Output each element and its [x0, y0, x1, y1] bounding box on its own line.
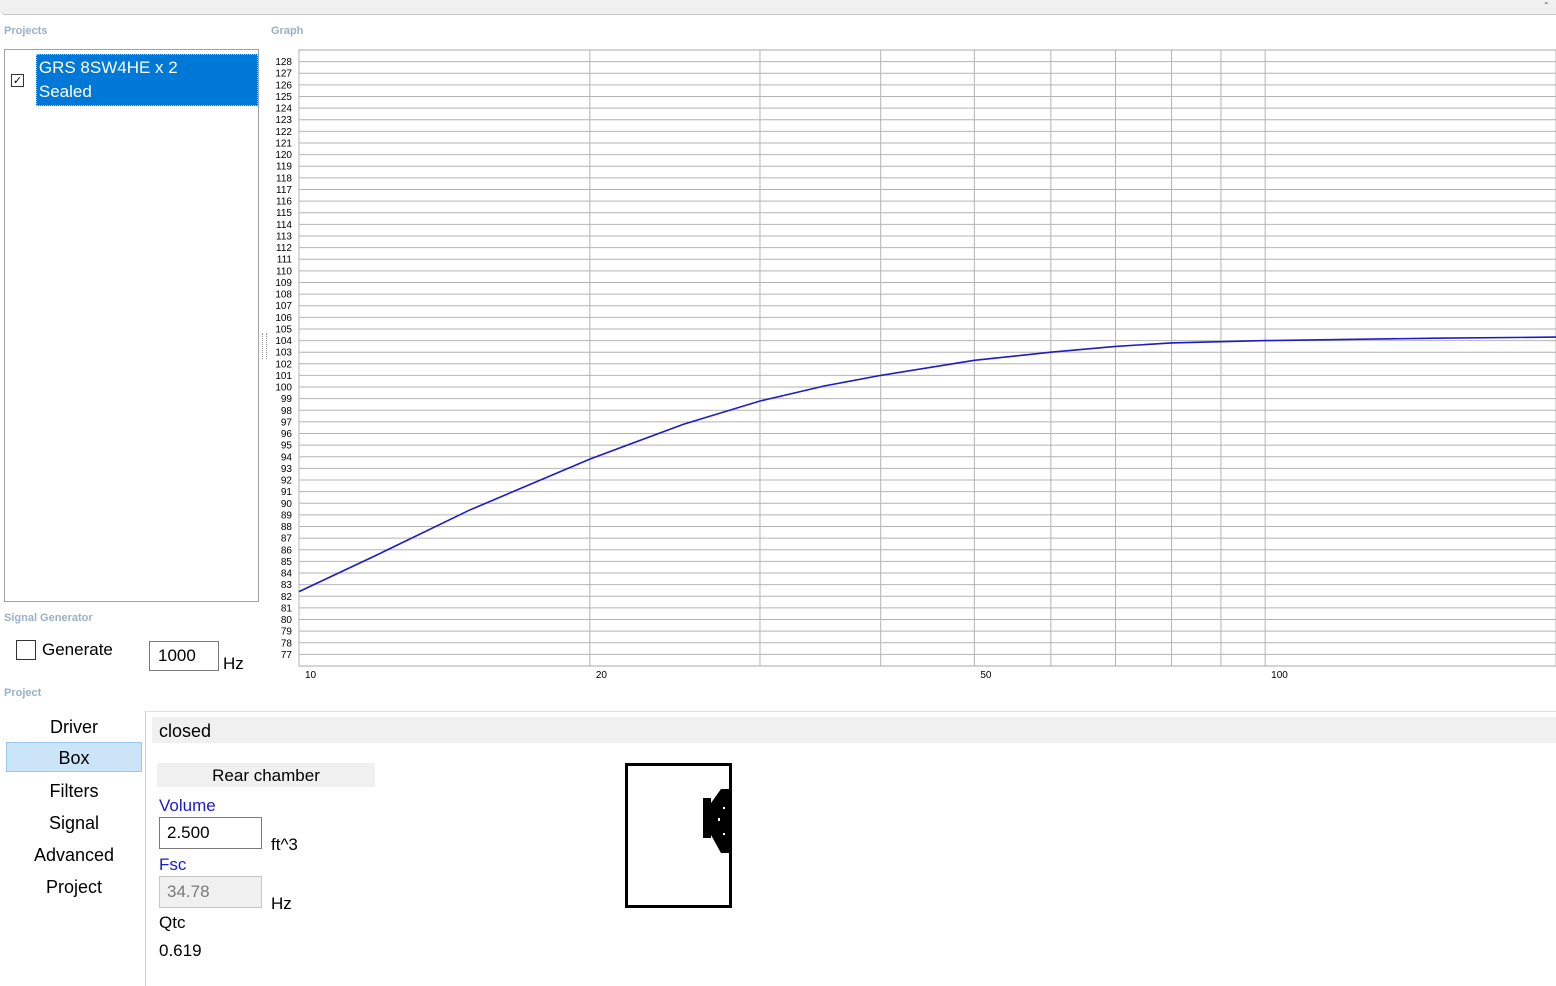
frequency-unit: Hz [223, 654, 244, 673]
y-tick-label: 97 [281, 417, 293, 428]
project-list-item[interactable]: ✓ GRS 8SW4HE x 2 Sealed [11, 54, 258, 106]
nav-item-signal[interactable]: Signal [6, 808, 142, 838]
content-divider [145, 711, 146, 986]
y-tick-label: 95 [281, 441, 293, 452]
plot-area [298, 49, 1556, 667]
y-tick-label: 107 [275, 301, 292, 312]
y-tick-label: 86 [281, 545, 293, 556]
y-tick-label: 125 [275, 92, 292, 103]
nav-item-advanced[interactable]: Advanced [6, 840, 142, 870]
x-tick-label: 100 [1271, 670, 1288, 681]
y-tick-label: 108 [275, 290, 292, 301]
y-tick-label: 119 [276, 162, 292, 173]
graph-section-label: Graph [271, 25, 304, 37]
y-tick-label: 115 [276, 208, 292, 219]
y-tick-label: 83 [281, 580, 293, 591]
y-tick-label: 124 [275, 104, 292, 115]
y-tick-label: 123 [275, 115, 292, 126]
y-tick-label: 96 [281, 429, 293, 440]
y-tick-label: 82 [281, 592, 293, 603]
y-tick-label: 98 [281, 406, 293, 417]
y-tick-label: 117 [276, 185, 292, 196]
y-tick-label: 79 [281, 627, 293, 638]
top-toolbar-strip: - [0, 0, 1556, 15]
signal-generator-section-label: Signal Generator [4, 612, 93, 624]
y-tick-label: 111 [277, 255, 293, 266]
y-tick-label: 121 [275, 138, 292, 149]
generate-checkbox[interactable] [16, 640, 36, 660]
fsc-label: Fsc [159, 855, 187, 874]
y-tick-label: 102 [275, 359, 292, 370]
x-tick-label: 20 [596, 670, 608, 681]
project-name[interactable]: GRS 8SW4HE x 2 Sealed [35, 54, 258, 106]
x-tick-label: 50 [980, 670, 992, 681]
nav-item-box[interactable]: Box [6, 742, 142, 772]
collapse-icon[interactable]: - [1544, 0, 1548, 9]
projects-list[interactable]: ✓ GRS 8SW4HE x 2 Sealed [4, 49, 259, 602]
y-tick-label: 93 [281, 464, 293, 475]
y-tick-label: 99 [281, 394, 293, 405]
y-tick-label: 88 [281, 522, 293, 533]
x-axis-ticks: 102050100200 [305, 670, 1288, 681]
nav-item-driver[interactable]: Driver [6, 712, 142, 742]
box-type-header: closed [152, 717, 1556, 743]
project-section-label: Project [4, 687, 42, 699]
project-visible-checkbox[interactable]: ✓ [11, 73, 24, 87]
y-tick-label: 80 [281, 615, 293, 626]
volume-label: Volume [159, 796, 216, 815]
y-tick-label: 90 [281, 499, 293, 510]
y-tick-label: 113 [276, 231, 292, 242]
rear-chamber-header: Rear chamber [157, 763, 375, 787]
y-tick-label: 78 [281, 638, 293, 649]
y-tick-label: 126 [275, 80, 292, 91]
qtc-value: 0.619 [159, 941, 202, 960]
y-tick-label: 109 [275, 278, 292, 289]
y-tick-label: 77 [281, 650, 293, 661]
y-tick-label: 92 [281, 476, 293, 487]
y-tick-label: 103 [275, 348, 292, 359]
y-tick-label: 91 [281, 487, 293, 498]
y-tick-label: 120 [275, 150, 292, 161]
y-tick-label: 116 [276, 197, 292, 208]
y-tick-label: 127 [275, 69, 292, 80]
y-tick-label: 118 [276, 173, 292, 184]
y-tick-label: 105 [275, 324, 292, 335]
y-tick-label: 85 [281, 557, 293, 568]
sealed-box-diagram [625, 763, 732, 908]
nav-item-filters[interactable]: Filters [6, 776, 142, 806]
y-tick-label: 87 [281, 534, 293, 545]
volume-unit: ft^3 [271, 835, 298, 854]
y-tick-label: 84 [281, 569, 293, 580]
fsc-input [159, 876, 262, 908]
projects-section-label: Projects [4, 25, 48, 37]
y-axis-ticks: 7778798081828384858687888990919293949596… [275, 57, 292, 661]
y-tick-label: 100 [275, 383, 292, 394]
y-tick-label: 122 [275, 127, 292, 138]
y-tick-label: 101 [275, 371, 292, 382]
y-tick-label: 89 [281, 510, 293, 521]
fsc-unit: Hz [271, 894, 292, 913]
generate-toggle[interactable]: Generate [16, 640, 113, 660]
content-border [145, 711, 1556, 712]
y-tick-label: 104 [275, 336, 292, 347]
x-tick-label: 10 [305, 670, 317, 681]
y-tick-label: 110 [276, 266, 292, 277]
volume-input[interactable] [159, 817, 262, 849]
y-tick-label: 128 [275, 57, 292, 68]
y-tick-label: 112 [276, 243, 292, 254]
frequency-response-graph[interactable]: 7778798081828384858687888990919293949596… [266, 46, 1556, 686]
generate-label: Generate [42, 640, 113, 659]
y-tick-label: 81 [281, 603, 293, 614]
y-tick-label: 94 [281, 452, 293, 463]
graph-grid [298, 49, 1556, 667]
frequency-input[interactable] [149, 641, 219, 671]
nav-item-project[interactable]: Project [6, 872, 142, 902]
qtc-label: Qtc [159, 913, 186, 932]
y-tick-label: 114 [276, 220, 292, 231]
y-tick-label: 106 [275, 313, 292, 324]
